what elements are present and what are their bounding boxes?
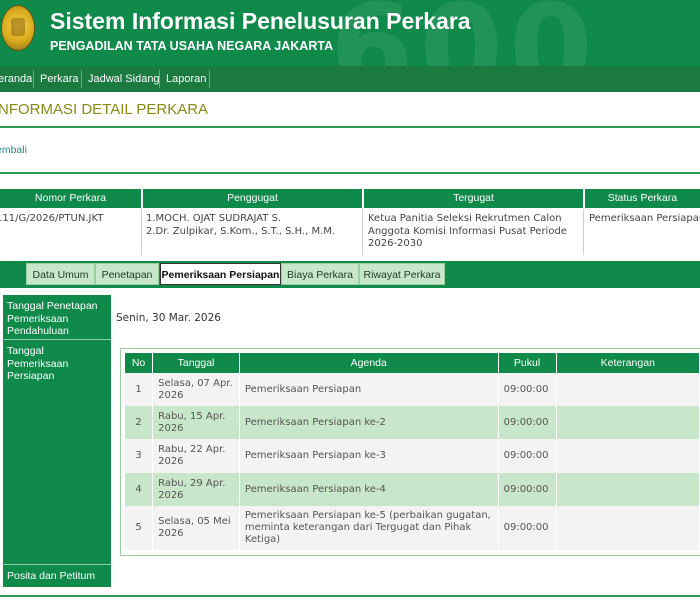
row-no: 4 [125, 473, 154, 506]
site-title: Sistem Informasi Penelusuran Perkara [50, 8, 471, 34]
tab-riwayat-perkara[interactable]: Riwayat Perkara [359, 263, 445, 285]
col-header-pukul: Pukul [498, 353, 557, 373]
table-row: 4 Rabu, 29 Apr. 2026 Pemeriksaan Persiap… [125, 473, 700, 506]
table-row: 5 Selasa, 05 Mei 2026 Pemeriksaan Persia… [125, 506, 700, 550]
left-divider [3, 564, 111, 565]
summary-header-penggugat: Penggugat [143, 189, 362, 208]
row-tanggal: Selasa, 07 Apr. 2026 [152, 373, 240, 406]
table-row: 2 Rabu, 15 Apr. 2026 Pemeriksaan Persiap… [125, 406, 700, 439]
col-header-keterangan: Keterangan [556, 353, 700, 373]
row-no: 2 [125, 406, 154, 439]
tergugat-text: Ketua Panitia Seleksi Rekrutmen Calon An… [368, 213, 567, 251]
summary-header-status: Status Perkara [585, 189, 700, 208]
penetapan-date: Senin, 30 Mar. 2026 [116, 312, 221, 324]
row-keterangan [556, 439, 700, 473]
nav-divider [159, 70, 160, 88]
tab-biaya-perkara[interactable]: Biaya Perkara [281, 263, 359, 285]
nav-divider [209, 70, 210, 88]
row-keterangan [556, 373, 700, 406]
left-item-tanggal-pemeriksaan: Tanggal Pemeriksaan Persiapan [7, 345, 69, 382]
left-item-tanggal-penetapan: Tanggal Penetapan Pemeriksaan Pendahulua… [7, 300, 98, 337]
tergugat-line: Anggota Komisi Informasi Pusat Periode [368, 225, 567, 237]
col-header-tanggal: Tanggal [152, 353, 240, 373]
case-status: Pemeriksaan Persiapan [589, 213, 700, 224]
row-pukul: 09:00:00 [498, 373, 557, 406]
divider [0, 595, 700, 597]
row-no: 3 [125, 439, 154, 473]
case-number: 111/G/2026/PTUN.JKT [0, 213, 104, 224]
col-header-agenda: Agenda [239, 353, 499, 373]
row-keterangan [556, 473, 700, 506]
row-keterangan [556, 506, 700, 550]
column-divider [583, 209, 584, 255]
row-agenda: Pemeriksaan Persiapan ke-5 (perbaikan gu… [239, 506, 499, 550]
penggugat-list: 1.MOCH. OJAT SUDRAJAT S. 2.Dr. Zulpikar,… [146, 213, 335, 238]
tergugat-line: 2026-2030 [368, 238, 423, 249]
column-divider [141, 209, 142, 255]
row-tanggal: Rabu, 22 Apr. 2026 [152, 439, 240, 473]
row-agenda: Pemeriksaan Persiapan ke-2 [239, 406, 499, 439]
row-pukul: 09:00:00 [498, 439, 557, 473]
table-row: 3 Rabu, 22 Apr. 2026 Pemeriksaan Persiap… [125, 439, 700, 473]
schedule-table: No Tanggal Agenda Pukul Keterangan 1 Sel… [125, 353, 700, 550]
nav-item-laporan[interactable]: Laporan [166, 66, 206, 92]
divider [0, 126, 700, 128]
nav-item-jadwal-sidang[interactable]: Jadwal Sidang [88, 66, 160, 92]
row-pukul: 09:00:00 [498, 506, 557, 550]
row-agenda: Pemeriksaan Persiapan ke-3 [239, 439, 499, 473]
nav-divider [33, 70, 34, 88]
penggugat-item: 2.Dr. Zulpikar, S.Kom., S.T., S.H., M.M. [146, 225, 336, 237]
court-logo-icon[interactable] [2, 6, 34, 50]
site-header: 600 Sistem Informasi Penelusuran Perkara… [0, 0, 700, 66]
row-no: 5 [125, 506, 154, 550]
summary-header-nomor: Nomor Perkara [0, 189, 141, 208]
back-link[interactable]: embali [0, 144, 27, 156]
divider [0, 172, 700, 174]
row-pukul: 09:00:00 [498, 473, 557, 506]
main-nav: eranda Perkara Jadwal Sidang Laporan [0, 66, 700, 92]
left-item-posita-petitum: Posita dan Petitum [7, 570, 96, 582]
row-no: 1 [125, 373, 154, 406]
page-title: NFORMASI DETAIL PERKARA [0, 101, 209, 118]
penggugat-item: 1.MOCH. OJAT SUDRAJAT S. [146, 213, 282, 224]
column-divider [362, 209, 363, 255]
left-divider [3, 339, 111, 340]
row-tanggal: Rabu, 29 Apr. 2026 [152, 473, 240, 506]
table-row: 1 Selasa, 07 Apr. 2026 Pemeriksaan Persi… [125, 373, 700, 406]
tergugat-line: Ketua Panitia Seleksi Rekrutmen Calon [368, 213, 562, 224]
nav-item-perkara[interactable]: Perkara [40, 66, 79, 92]
row-tanggal: Selasa, 05 Mei 2026 [152, 506, 240, 550]
summary-header-tergugat: Tergugat [364, 189, 583, 208]
col-header-no: No [125, 353, 154, 373]
schedule-header-row: No Tanggal Agenda Pukul Keterangan [125, 353, 700, 373]
row-agenda: Pemeriksaan Persiapan [239, 373, 499, 406]
tab-data-umum[interactable]: Data Umum [26, 263, 95, 285]
site-subtitle: PENGADILAN TATA USAHA NEGARA JAKARTA [50, 39, 334, 53]
nav-divider [81, 70, 82, 88]
tab-penetapan[interactable]: Penetapan [95, 263, 159, 285]
nav-item-beranda[interactable]: eranda [0, 66, 32, 92]
row-agenda: Pemeriksaan Persiapan ke-4 [239, 473, 499, 506]
row-tanggal: Rabu, 15 Apr. 2026 [152, 406, 240, 439]
row-keterangan [556, 406, 700, 439]
tab-pemeriksaan-persiapan[interactable]: Pemeriksaan Persiapan [160, 263, 281, 285]
row-pukul: 09:00:00 [498, 406, 557, 439]
